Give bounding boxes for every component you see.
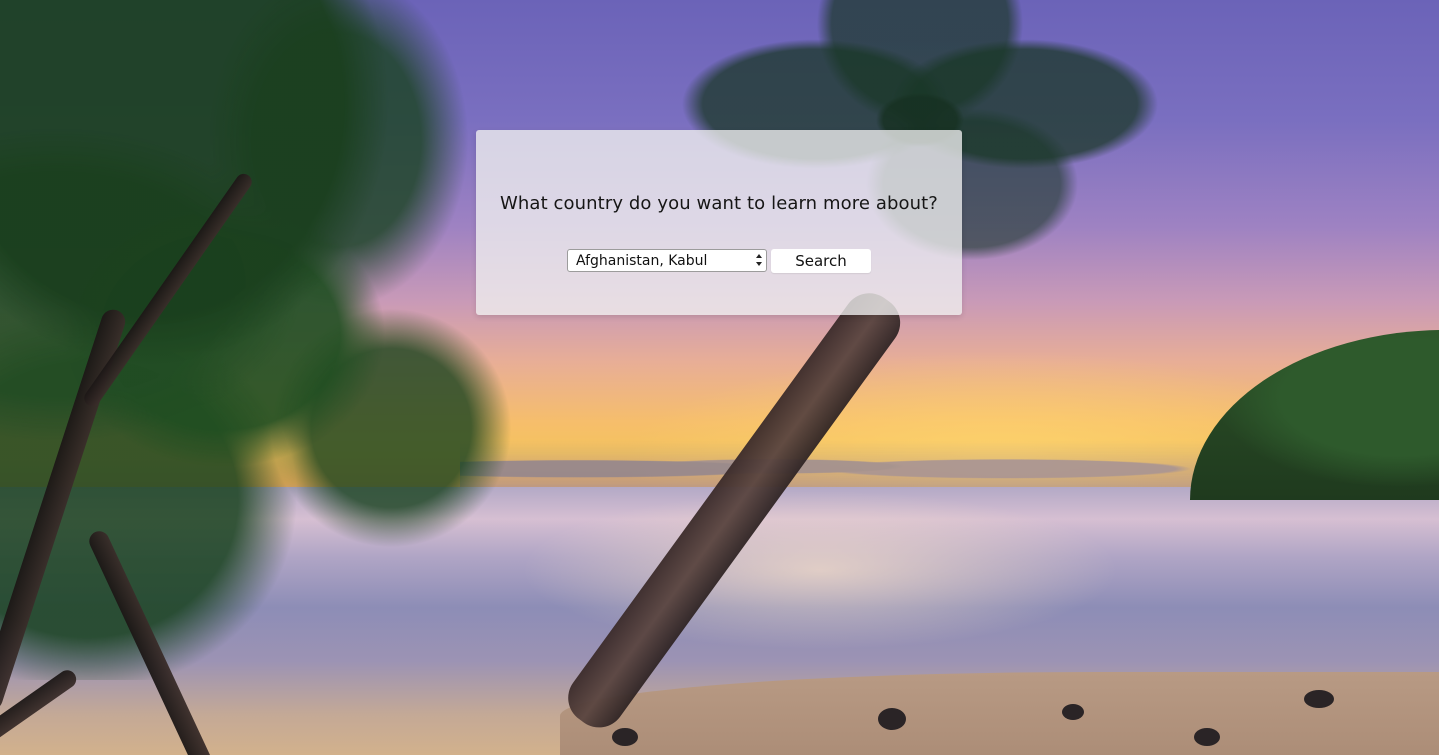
rock (878, 708, 906, 730)
rock (1304, 690, 1334, 708)
page: What country do you want to learn more a… (0, 0, 1439, 755)
country-question-heading: What country do you want to learn more a… (500, 193, 938, 214)
search-controls: Afghanistan, Kabul Search (567, 249, 871, 273)
country-search-panel: What country do you want to learn more a… (476, 130, 962, 315)
country-select[interactable]: Afghanistan, Kabul (567, 249, 767, 272)
rock (1062, 704, 1084, 720)
rock (1194, 728, 1220, 746)
country-select-wrapper: Afghanistan, Kabul (567, 249, 767, 272)
rock (612, 728, 638, 746)
search-button[interactable]: Search (771, 249, 871, 273)
